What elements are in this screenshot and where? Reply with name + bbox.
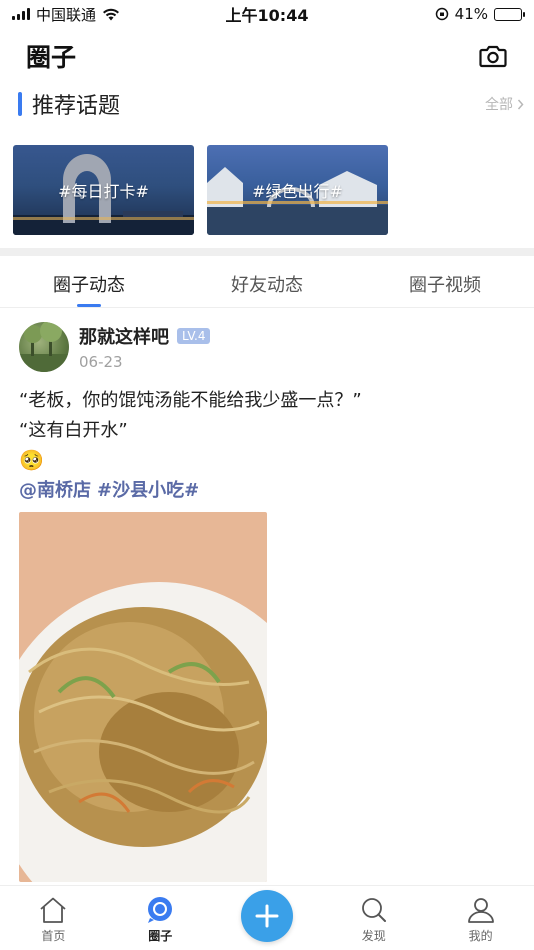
post-date: 06-23: [79, 353, 123, 371]
search-icon: [361, 898, 386, 922]
topic-list: #每日打卡# #绿色出行#: [13, 145, 388, 235]
circle-chat-icon: [148, 897, 173, 923]
orientation-lock-icon: [435, 7, 448, 21]
section-accent-bar: [18, 92, 22, 116]
nav-home[interactable]: 首页: [0, 886, 107, 950]
post-author-row: 那就这样吧 LV.4 06-23: [19, 322, 519, 372]
page-title: 圈子: [26, 43, 77, 72]
author-name-row: 那就这样吧 LV.4: [79, 323, 211, 349]
tab-circle-feed[interactable]: 圈子动态: [0, 258, 178, 307]
nav-profile[interactable]: 我的: [427, 886, 534, 950]
bottom-navigation: 首页 圈子 发现 我的: [0, 885, 534, 950]
chevron-right-icon: [517, 99, 524, 109]
location-mention-link[interactable]: @南桥店: [19, 476, 91, 502]
section-title-wrap: 推荐话题: [18, 88, 120, 120]
hashtag-link[interactable]: #沙县小吃#: [97, 476, 199, 502]
app-header: 圈子: [0, 36, 534, 76]
battery-percent: 41%: [454, 5, 488, 23]
nav-discover-label: 发现: [361, 929, 386, 943]
post-text-line: “老板，你的馄饨汤能不能给我少盛一点？”: [19, 390, 362, 411]
tab-circle-videos[interactable]: 圈子视频: [356, 258, 534, 307]
pleading-face-emoji: 🥺: [19, 448, 44, 472]
post-tags: @南桥店 #沙县小吃#: [19, 476, 519, 502]
battery-icon: [494, 7, 525, 21]
status-bar: 中国联通 上午10:44 41%: [0, 0, 534, 28]
see-all-label: 全部: [485, 97, 513, 113]
post-text-line: “这有白开水”: [19, 420, 128, 441]
signal-icon: [12, 8, 30, 20]
post-author-info: 那就这样吧 LV.4 06-23: [79, 323, 211, 371]
camera-button[interactable]: [478, 41, 508, 71]
nav-circle[interactable]: 圈子: [107, 886, 214, 950]
status-left: 中国联通: [12, 4, 192, 25]
author-name[interactable]: 那就这样吧: [79, 323, 169, 349]
feed-post: 那就这样吧 LV.4 06-23 “老板，你的馄饨汤能不能给我少盛一点？” “这…: [19, 322, 519, 882]
create-post-button[interactable]: [240, 890, 293, 942]
nav-circle-label: 圈子: [148, 929, 173, 943]
level-badge: LV.4: [177, 328, 211, 344]
nav-home-label: 首页: [41, 929, 66, 943]
noodles-photo: [19, 512, 267, 882]
topic-card[interactable]: #绿色出行#: [207, 145, 388, 235]
see-all-link[interactable]: 全部: [485, 94, 524, 114]
tab-friends-feed[interactable]: 好友动态: [178, 258, 356, 307]
nav-profile-label: 我的: [468, 929, 493, 943]
carrier-name: 中国联通: [36, 5, 97, 24]
topic-card[interactable]: #每日打卡#: [13, 145, 194, 235]
post-text: “老板，你的馄饨汤能不能给我少盛一点？” “这有白开水”: [19, 386, 519, 446]
feed-tabs: 圈子动态 好友动态 圈子视频: [0, 258, 534, 308]
topic-label: #每日打卡#: [58, 182, 149, 201]
nav-create[interactable]: [214, 886, 321, 950]
status-time: 上午10:44: [225, 6, 309, 25]
section-divider: [0, 248, 534, 256]
camera-icon: [479, 45, 507, 68]
plus-icon: [255, 904, 279, 928]
home-icon: [40, 897, 66, 923]
profile-icon: [467, 898, 494, 923]
topic-label: #绿色出行#: [252, 182, 343, 201]
avatar-image: [19, 322, 69, 372]
status-right: 41%: [342, 5, 525, 23]
recommended-topics-header: 推荐话题 全部: [18, 88, 524, 120]
section-title: 推荐话题: [32, 94, 121, 119]
post-photo[interactable]: [19, 512, 267, 882]
avatar[interactable]: [19, 322, 69, 372]
wifi-icon: [103, 8, 120, 20]
nav-discover[interactable]: 发现: [320, 886, 427, 950]
